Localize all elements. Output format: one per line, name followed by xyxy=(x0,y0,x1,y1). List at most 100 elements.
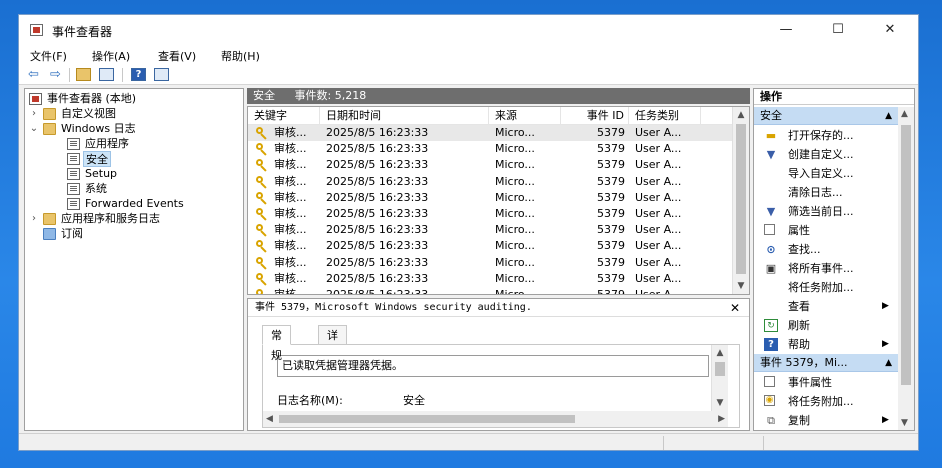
column-header-task-category[interactable]: 任务类别 xyxy=(629,107,701,125)
close-icon[interactable]: ✕ xyxy=(730,299,740,317)
scroll-down-icon[interactable]: ▼ xyxy=(901,418,908,428)
table-row[interactable]: 审核... 2025/8/5 16:23:33 Micro... 5379 User A… xyxy=(248,157,732,173)
event-viewer-icon xyxy=(29,93,42,105)
column-header-keywords[interactable]: 关键字 xyxy=(248,107,320,125)
action-attach-task-to-event[interactable]: ◉ 将任务附加... xyxy=(754,392,898,411)
table-row[interactable]: 审核... 2025/8/5 16:23:33 Micro... 5379 User A… xyxy=(248,174,732,190)
detail-horizontal-scrollbar[interactable]: ◀ ▶ xyxy=(263,411,728,427)
table-row[interactable]: 审核... 2025/8/5 16:23:33 Micro... 5379 User A… xyxy=(248,141,732,157)
scroll-up-icon[interactable]: ▲ xyxy=(901,109,908,119)
action-event-properties[interactable]: 事件属性 xyxy=(754,373,898,392)
column-header-event-id[interactable]: 事件 ID xyxy=(561,107,629,125)
table-row[interactable]: 审核... 2025/8/5 16:23:33 Micro... 5379 User A… xyxy=(248,125,732,142)
table-cell: User A... xyxy=(635,255,682,269)
table-cell: 5379 xyxy=(597,142,625,156)
scroll-left-icon[interactable]: ◀ xyxy=(266,411,273,427)
chevron-right-icon[interactable]: › xyxy=(29,211,39,227)
table-cell: User A... xyxy=(635,174,682,188)
submenu-arrow-icon: ▶ xyxy=(882,415,889,425)
event-count: 事件数: 5,218 xyxy=(294,89,367,102)
tab-general[interactable]: 常规 xyxy=(262,325,291,362)
task-icon: ◉ xyxy=(764,395,775,406)
back-arrow-icon[interactable]: ⇦ xyxy=(25,67,42,82)
table-row[interactable]: 审核... 2025/8/5 16:23:33 Micro... 5379 User A… xyxy=(248,206,732,222)
action-copy[interactable]: ⧉ 复制 ▶ xyxy=(754,411,898,430)
action-find[interactable]: ⊙ 查找... xyxy=(754,240,898,259)
tree-item-custom-views[interactable]: › 自定义视图 xyxy=(25,106,243,122)
navigation-tree: 事件查看器 (本地) › 自定义视图 ⌄ Windows 日志 应用程序 安全 … xyxy=(24,88,244,431)
column-header-source[interactable]: 来源 xyxy=(489,107,561,125)
key-icon xyxy=(256,289,268,294)
action-label: 导入自定义... xyxy=(788,167,854,180)
maximize-button[interactable]: ☐ xyxy=(815,15,861,45)
action-filter-current-log[interactable]: ▼ 筛选当前日... xyxy=(754,202,898,221)
show-hide-tree-icon[interactable] xyxy=(99,68,114,81)
events-vertical-scrollbar[interactable]: ▲ ▼ xyxy=(732,107,749,294)
help-icon[interactable]: ? xyxy=(131,68,146,81)
scroll-right-icon[interactable]: ▶ xyxy=(718,411,725,427)
key-icon xyxy=(256,208,268,220)
scroll-down-icon[interactable]: ▼ xyxy=(712,395,728,411)
forward-arrow-icon[interactable]: ⇨ xyxy=(47,67,64,82)
tree-item-subscriptions[interactable]: 订阅 xyxy=(25,226,243,242)
table-row[interactable]: 审核... 2025/8/5 16:23:33 Micro... 5379 User A… xyxy=(248,190,732,206)
action-refresh[interactable]: ↻ 刷新 xyxy=(754,316,898,335)
table-row[interactable]: 审核... 2025/8/5 16:23:33 Micro... 5379 User A… xyxy=(248,287,732,294)
scroll-up-icon[interactable]: ▲ xyxy=(733,107,749,123)
tree-item-root[interactable]: 事件查看器 (本地) xyxy=(25,91,243,107)
detail-vertical-scrollbar[interactable]: ▲ ▼ xyxy=(711,345,728,411)
action-pane-icon[interactable] xyxy=(154,68,169,81)
action-open-saved-log[interactable]: ▬ 打开保存的... xyxy=(754,126,898,145)
action-create-custom-view[interactable]: ▼ 创建自定义... xyxy=(754,145,898,164)
action-import-custom-view[interactable]: 导入自定义... xyxy=(754,164,898,183)
action-view[interactable]: 查看 ▶ xyxy=(754,297,898,316)
table-row[interactable]: 审核... 2025/8/5 16:23:33 Micro... 5379 User A… xyxy=(248,255,732,271)
menu-view[interactable]: 查看(V) xyxy=(158,48,196,64)
tree-item-system[interactable]: 系统 xyxy=(25,181,243,197)
tree-item-setup[interactable]: Setup xyxy=(25,166,243,182)
table-row[interactable]: 审核... 2025/8/5 16:23:33 Micro... 5379 User A… xyxy=(248,271,732,287)
actions-vertical-scrollbar[interactable]: ▲ ▼ xyxy=(898,107,914,430)
minimize-button[interactable]: — xyxy=(763,15,809,45)
table-row[interactable]: 审核... 2025/8/5 16:23:33 Micro... 5379 User A… xyxy=(248,222,732,238)
column-header-date-time[interactable]: 日期和时间 xyxy=(320,107,489,125)
key-icon xyxy=(256,191,268,204)
table-cell: Micro... xyxy=(495,207,535,220)
action-save-all-events[interactable]: ▣ 将所有事件... xyxy=(754,259,898,278)
table-cell: 5379 xyxy=(597,126,625,139)
collapse-up-icon[interactable]: ▲ xyxy=(885,354,892,372)
scroll-up-icon[interactable]: ▲ xyxy=(712,345,728,361)
table-cell: 2025/8/5 16:23:33 xyxy=(326,271,429,285)
scroll-thumb[interactable] xyxy=(715,362,725,376)
scroll-thumb[interactable] xyxy=(736,124,746,274)
action-help[interactable]: ? 帮助 ▶ xyxy=(754,335,898,354)
chevron-right-icon[interactable]: › xyxy=(29,106,39,122)
up-folder-icon[interactable] xyxy=(76,68,91,81)
action-attach-task-to-log[interactable]: 将任务附加... xyxy=(754,278,898,297)
properties-icon xyxy=(764,224,775,235)
tree-item-security[interactable]: 安全 xyxy=(25,151,243,167)
menu-file[interactable]: 文件(F) xyxy=(30,48,67,64)
tree-item-app-service-logs[interactable]: › 应用程序和服务日志 xyxy=(25,211,243,227)
tree-item-application[interactable]: 应用程序 xyxy=(25,136,243,152)
copy-icon: ⧉ xyxy=(767,414,775,427)
collapse-up-icon[interactable]: ▲ xyxy=(885,107,892,125)
table-row[interactable]: 审核... 2025/8/5 16:23:33 Micro... 5379 User A… xyxy=(248,238,732,254)
tree-item-windows-logs[interactable]: ⌄ Windows 日志 xyxy=(25,121,243,137)
action-clear-log[interactable]: 清除日志... xyxy=(754,183,898,202)
close-button[interactable]: ✕ xyxy=(867,15,913,45)
action-properties[interactable]: 属性 xyxy=(754,221,898,240)
scroll-thumb[interactable] xyxy=(901,125,911,385)
actions-section-event[interactable]: 事件 5379，Mi... ▲ xyxy=(754,354,898,372)
scroll-down-icon[interactable]: ▼ xyxy=(733,278,749,294)
scroll-thumb[interactable] xyxy=(279,415,575,423)
event-description[interactable]: 已读取凭据管理器凭据。 xyxy=(277,355,709,377)
actions-section-log[interactable]: 安全 ▲ xyxy=(754,107,898,125)
chevron-down-icon[interactable]: ⌄ xyxy=(29,121,39,137)
event-detail-title: 事件 5379，Microsoft Windows security audit… xyxy=(248,299,749,317)
menu-action[interactable]: 操作(A) xyxy=(92,48,130,64)
tree-item-forwarded-events[interactable]: Forwarded Events xyxy=(25,196,243,212)
tab-details[interactable]: 详细信息 xyxy=(318,325,347,402)
key-icon xyxy=(256,224,268,236)
menu-help[interactable]: 帮助(H) xyxy=(221,48,260,64)
